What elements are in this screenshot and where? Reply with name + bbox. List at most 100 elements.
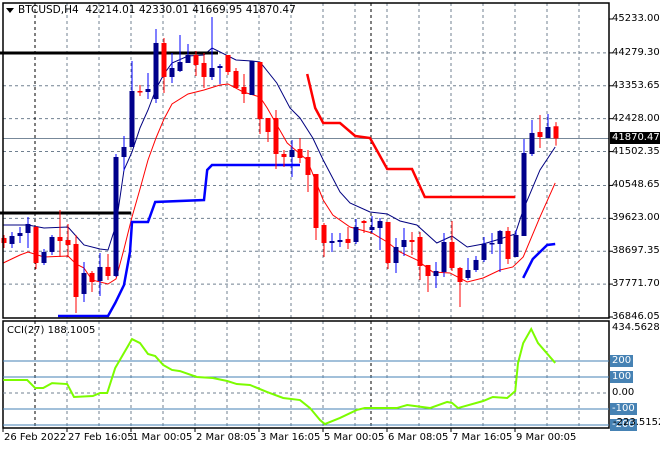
candle-bull[interactable] [177,61,183,71]
candle-bear[interactable] [57,236,63,242]
cci-min-label: -223.5152 [613,417,660,428]
cci-level-label: 100 [610,371,634,383]
candle-bull[interactable] [185,54,191,63]
candle-bull[interactable] [481,243,487,260]
candle-bull[interactable] [353,227,359,242]
candle-bear[interactable] [553,126,559,139]
price-axis-label: 41502.35 [612,145,660,157]
candle-bear[interactable] [345,238,351,243]
candle-bull[interactable] [369,227,375,230]
chart-title: BTCUSD,H4 42214.01 42330.01 41669.95 418… [6,4,296,16]
candle-bull[interactable] [545,126,551,138]
candle-bull[interactable] [17,233,23,236]
time-axis-label: 1 Mar 00:05 [132,432,193,443]
candle-bear[interactable] [297,148,303,158]
candle-bear[interactable] [265,117,271,132]
candle-bull[interactable] [41,251,47,263]
candle-bull[interactable] [289,150,295,158]
candle-bull[interactable] [393,247,399,263]
price-axis-label: 39623.00 [612,212,660,224]
candle-bear[interactable] [257,61,263,119]
support-stop-2-line [522,242,556,279]
candle-bull[interactable] [81,272,87,294]
cci-title: CCI(27) 188.1005 [7,325,96,336]
candle-bear[interactable] [417,236,423,266]
candle-bull[interactable] [513,234,519,257]
candle-bull[interactable] [489,242,495,245]
candle-bull[interactable] [497,230,503,244]
candle-bull[interactable] [473,259,479,270]
candle-bear[interactable] [313,173,319,228]
candle-bull[interactable] [441,241,447,272]
time-axis-label: 5 Mar 00:05 [324,432,385,443]
resistance-stop-line [305,73,516,199]
candle-bull[interactable] [113,157,119,276]
candle-bull[interactable] [529,132,535,154]
candle-bear[interactable] [305,157,311,175]
support-stop-line [58,163,300,318]
cci-level-label: -100 [610,403,637,415]
time-axis-label: 9 Mar 00:05 [516,432,577,443]
cci-level-label: 200 [610,355,634,367]
candle-bear[interactable] [225,54,231,72]
candle-bull[interactable] [433,270,439,276]
candle-bear[interactable] [505,230,511,259]
candle-bull[interactable] [217,66,223,68]
candle-bear[interactable] [137,90,143,93]
price-chart[interactable] [0,0,660,450]
candle-bull[interactable] [249,60,255,96]
candle-bear[interactable] [321,224,327,243]
price-axis-label: 40548.65 [612,179,660,191]
candle-bear[interactable] [241,87,247,95]
candle-bear[interactable] [233,70,239,89]
candle-bear[interactable] [409,240,415,242]
candle-bull[interactable] [169,67,175,77]
price-axis-label: 37771.70 [612,278,660,290]
candle-bull[interactable] [49,236,55,252]
candle-bull[interactable] [121,146,127,158]
candle-bear[interactable] [201,62,207,77]
candle-bear[interactable] [449,241,455,269]
candle-bull[interactable] [145,88,151,92]
price-axis-label: 43353.65 [612,79,660,91]
candle-bear[interactable] [537,131,543,137]
ohlc-values: 42214.01 42330.01 41669.95 41870.47 [85,4,296,16]
candle-bear[interactable] [361,220,367,223]
candle-bull[interactable] [465,269,471,278]
price-axis-label: 42428.00 [612,112,660,124]
time-axis-label: 2 Mar 08:05 [196,432,257,443]
candle-bull[interactable] [9,235,15,244]
price-axis-label: 38697.35 [612,245,660,257]
candle-bear[interactable] [65,240,71,245]
candle-bear[interactable] [105,266,111,276]
candle-bear[interactable] [33,227,39,263]
candle-bull[interactable] [129,90,135,147]
current-price-label: 41870.47 [610,132,660,145]
candle-bear[interactable] [89,272,95,283]
candle-bear[interactable] [425,264,431,276]
dropdown-triangle-icon[interactable] [6,7,14,13]
time-axis-label: 26 Feb 2022 [4,432,67,443]
symbol-label: BTCUSD,H4 [18,4,79,16]
candle-bear[interactable] [457,268,463,283]
candle-bull[interactable] [329,241,335,243]
candle-bull[interactable] [97,266,103,281]
candle-bull[interactable] [521,152,527,236]
time-axis-label: 3 Mar 16:05 [260,432,321,443]
candle-bear[interactable] [161,42,167,77]
lower-band-line [2,83,556,285]
candle-bull[interactable] [377,220,383,228]
cci-panel-border [2,320,610,429]
candle-bull[interactable] [401,240,407,248]
candle-bear[interactable] [281,153,287,158]
candle-bull[interactable] [153,42,159,99]
candle-bear[interactable] [273,117,279,154]
candle-bull[interactable] [25,223,31,234]
cci-zero-label: 0.00 [612,387,635,398]
candle-bull[interactable] [337,240,343,242]
candle-bull[interactable] [209,67,215,77]
candle-bear[interactable] [193,54,199,65]
upper-band-line [3,47,556,251]
candle-bear[interactable] [385,221,391,263]
candle-bear[interactable] [73,243,79,297]
